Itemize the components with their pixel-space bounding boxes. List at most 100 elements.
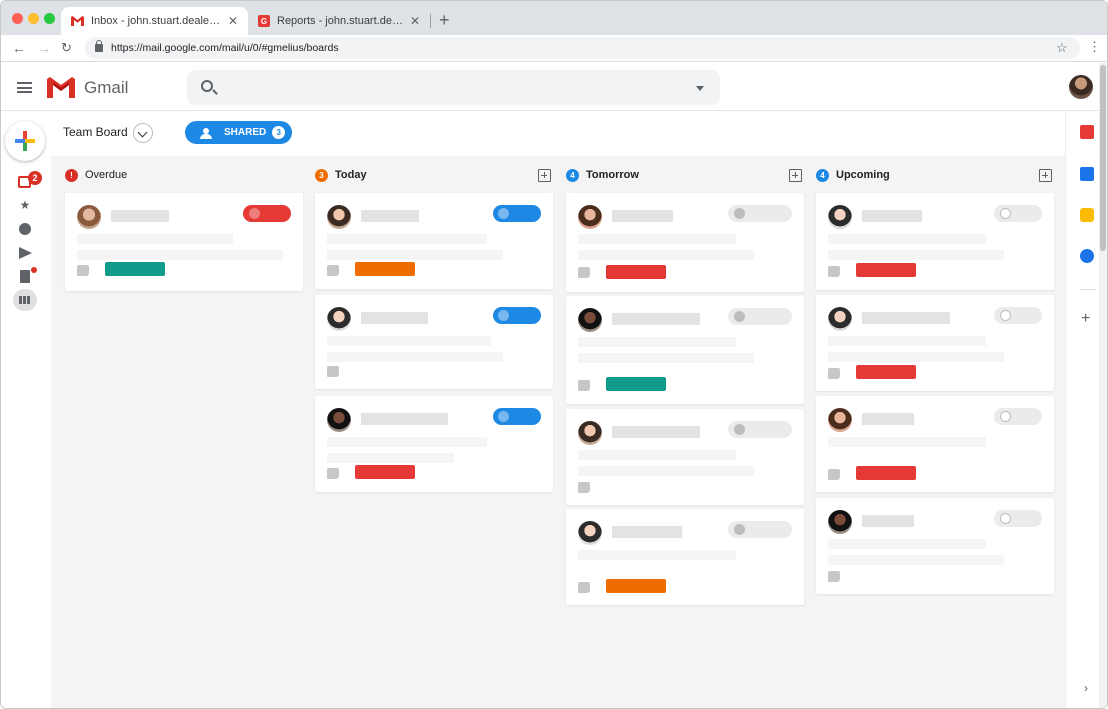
card-label-red[interactable] [856, 263, 916, 277]
snoozed-icon[interactable] [19, 223, 31, 235]
account-avatar[interactable] [1069, 75, 1093, 99]
maximize-window-button[interactable] [44, 13, 55, 24]
card-title-placeholder [862, 312, 950, 324]
card-text-placeholder [327, 352, 503, 362]
scrollbar-thumb[interactable] [1100, 65, 1106, 251]
gmelius-addon-icon[interactable] [1080, 125, 1094, 139]
task-card[interactable] [816, 295, 1054, 391]
inbox-unread-badge: 2 [28, 171, 42, 185]
card-label-teal[interactable] [606, 377, 666, 391]
card-label-red[interactable] [606, 265, 666, 279]
card-text-placeholder [327, 336, 491, 346]
thumbs-up-icon[interactable] [828, 469, 840, 480]
thumbs-up-icon[interactable] [327, 468, 339, 479]
status-toggle[interactable] [728, 421, 792, 438]
search-options-dropdown-icon[interactable] [696, 86, 704, 91]
status-toggle[interactable] [493, 307, 541, 324]
card-text-placeholder [828, 352, 1004, 362]
url-field[interactable]: https://mail.google.com/mail/u/0/#gmeliu… [85, 37, 1080, 59]
status-toggle[interactable] [493, 408, 541, 425]
status-toggle[interactable] [728, 308, 792, 325]
shared-button[interactable]: SHARED 3 [185, 121, 292, 144]
task-card[interactable] [65, 193, 303, 291]
starred-icon[interactable]: ★ [18, 198, 32, 212]
task-card[interactable] [315, 295, 553, 389]
status-toggle[interactable] [728, 521, 792, 538]
task-card[interactable] [566, 509, 804, 605]
status-toggle[interactable] [994, 510, 1042, 527]
reminder-bell-icon [498, 411, 509, 422]
status-toggle[interactable] [994, 307, 1042, 324]
card-label-red[interactable] [355, 465, 415, 479]
bookmark-star-icon[interactable]: ☆ [1056, 40, 1068, 56]
tab-close-icon[interactable]: ✕ [222, 14, 238, 28]
thumbs-up-icon[interactable] [77, 265, 89, 276]
status-toggle[interactable] [994, 408, 1042, 425]
assignee-avatar [828, 408, 852, 432]
task-card[interactable] [566, 193, 804, 292]
drafts-icon[interactable] [20, 270, 30, 283]
page-scrollbar[interactable] [1099, 63, 1107, 708]
thumbs-up-icon[interactable] [327, 366, 339, 377]
tab-bar: Inbox - john.stuart.dealet@g... ✕ G Repo… [1, 1, 1107, 35]
status-toggle[interactable] [994, 205, 1042, 222]
card-label-red[interactable] [856, 466, 916, 480]
search-input[interactable] [187, 70, 720, 105]
status-toggle[interactable] [728, 205, 792, 222]
tab-inbox[interactable]: Inbox - john.stuart.dealet@g... ✕ [61, 7, 248, 35]
calendar-addon-icon[interactable] [1080, 167, 1094, 181]
sent-icon[interactable] [19, 247, 32, 259]
tab-reports[interactable]: G Reports - john.stuart.dealet... ✕ [248, 7, 430, 35]
expand-panel-chevron-icon[interactable]: › [1084, 681, 1088, 695]
add-card-icon[interactable] [789, 169, 802, 182]
keep-addon-icon[interactable] [1080, 208, 1094, 222]
new-tab-button[interactable]: + [439, 10, 450, 30]
back-arrow-icon[interactable]: ← [12, 39, 26, 57]
boards-icon[interactable] [13, 289, 37, 311]
search-icon[interactable] [201, 80, 213, 92]
card-title-placeholder [361, 312, 428, 324]
thumbs-up-icon[interactable] [578, 482, 590, 493]
add-card-icon[interactable] [1039, 169, 1052, 182]
minimize-window-button[interactable] [28, 13, 39, 24]
column-title: Today [335, 169, 367, 181]
thumbs-up-icon[interactable] [828, 571, 840, 582]
add-card-icon[interactable] [538, 169, 551, 182]
task-card[interactable] [816, 396, 1054, 492]
thumbs-up-icon[interactable] [578, 380, 590, 391]
status-toggle[interactable] [243, 205, 291, 222]
forward-arrow-icon[interactable]: → [37, 39, 51, 57]
main-menu-icon[interactable] [17, 82, 32, 93]
task-card[interactable] [315, 193, 553, 289]
get-addons-plus-icon[interactable]: + [1081, 311, 1090, 327]
add-person-icon [197, 127, 215, 139]
task-card[interactable] [315, 396, 553, 492]
shared-count-badge: 3 [272, 126, 286, 139]
status-toggle[interactable] [493, 205, 541, 222]
task-card[interactable] [816, 498, 1054, 594]
tab-close-icon[interactable]: ✕ [404, 14, 420, 28]
card-label-orange[interactable] [355, 262, 415, 276]
gmelius-favicon-icon: G [258, 15, 270, 27]
task-card[interactable] [566, 409, 804, 505]
card-label-red[interactable] [856, 365, 916, 379]
close-window-button[interactable] [12, 13, 23, 24]
browser-menu-icon[interactable]: ⋮ [1088, 39, 1101, 55]
card-label-teal[interactable] [105, 262, 165, 276]
thumbs-up-icon[interactable] [828, 266, 840, 277]
reload-icon[interactable]: ↻ [61, 39, 72, 57]
card-text-placeholder [77, 250, 283, 260]
compose-button[interactable] [5, 121, 45, 161]
thumbs-up-icon[interactable] [327, 265, 339, 276]
task-card[interactable] [566, 296, 804, 404]
column-title: Tomorrow [586, 169, 639, 181]
tasks-addon-icon[interactable] [1080, 249, 1094, 263]
thumbs-up-icon[interactable] [828, 368, 840, 379]
thumbs-up-icon[interactable] [578, 267, 590, 278]
thumbs-up-icon[interactable] [578, 582, 590, 593]
card-title-placeholder [361, 413, 448, 425]
board-switcher-chevron-down-icon[interactable] [133, 123, 153, 143]
card-label-orange[interactable] [606, 579, 666, 593]
board-area: Team Board SHARED 3 ! Overdue 3 Today 4 … [51, 111, 1065, 708]
task-card[interactable] [816, 193, 1054, 290]
